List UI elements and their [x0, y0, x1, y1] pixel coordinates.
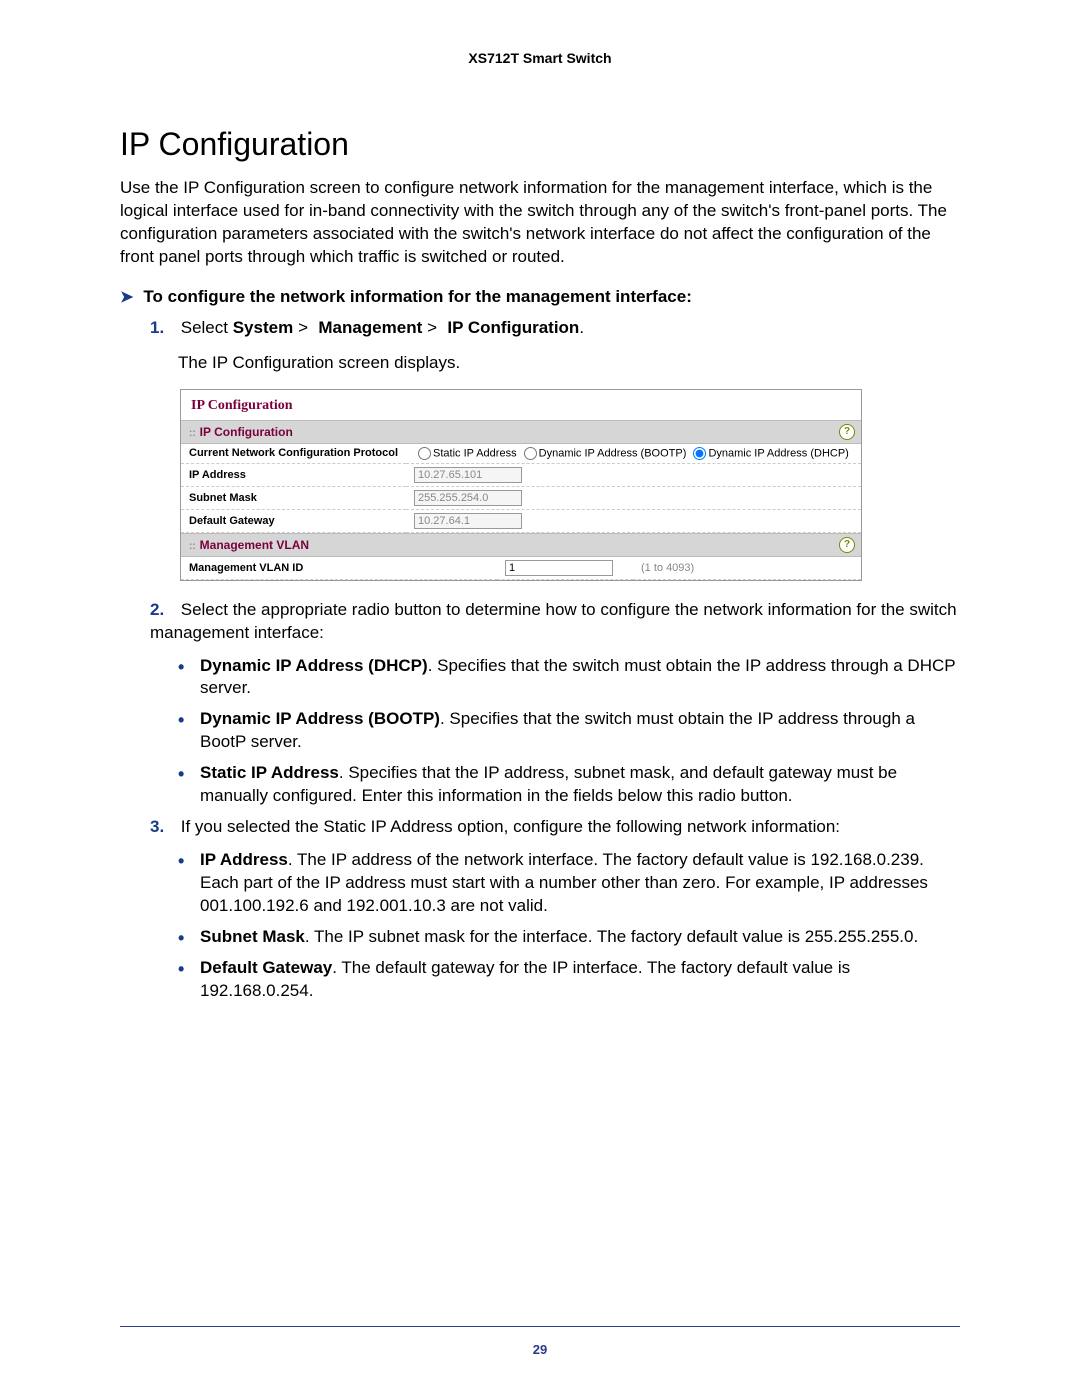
- task-heading: ➤ To configure the network information fo…: [120, 287, 960, 307]
- radio-static-ip[interactable]: [418, 447, 431, 460]
- mgmt-vlan-id-label: Management VLAN ID: [181, 557, 497, 580]
- ip-address-row: IP Address: [181, 463, 861, 486]
- ip-address-label: IP Address: [181, 463, 406, 486]
- subnet-mask-field[interactable]: [414, 490, 522, 506]
- mgmt-vlan-id-hint: (1 to 4093): [633, 557, 861, 580]
- ip-address-field[interactable]: [414, 467, 522, 483]
- ip-config-panel: IP Configuration ::IP Configuration ? Cu…: [180, 389, 862, 581]
- radio-dhcp[interactable]: [693, 447, 706, 460]
- radio-dhcp-label: Dynamic IP Address (DHCP): [708, 447, 848, 459]
- ip-config-table: Current Network Configuration Protocol S…: [181, 444, 861, 533]
- list-item: Dynamic IP Address (BOOTP). Specifies th…: [178, 708, 960, 754]
- step-2: 2. Select the appropriate radio button t…: [150, 599, 960, 645]
- grip-icon: ::: [189, 541, 196, 552]
- document-header: XS712T Smart Switch: [120, 50, 960, 66]
- step-3-text: If you selected the Static IP Address op…: [181, 817, 840, 836]
- section-management-vlan: ::Management VLAN ?: [181, 533, 861, 557]
- default-gateway-row: Default Gateway: [181, 509, 861, 532]
- grip-icon: ::: [189, 428, 196, 439]
- step-1-result: The IP Configuration screen displays.: [178, 352, 960, 375]
- subnet-mask-row: Subnet Mask: [181, 486, 861, 509]
- protocol-options-list: Dynamic IP Address (DHCP). Specifies tha…: [178, 655, 960, 809]
- section-title: IP Configuration: [120, 126, 960, 163]
- intro-paragraph: Use the IP Configuration screen to confi…: [120, 177, 960, 269]
- footer-divider: [120, 1326, 960, 1327]
- default-gateway-field[interactable]: [414, 513, 522, 529]
- list-item: Subnet Mask. The IP subnet mask for the …: [178, 926, 960, 949]
- triangle-icon: ➤: [120, 287, 133, 307]
- subnet-mask-label: Subnet Mask: [181, 486, 406, 509]
- list-item: Static IP Address. Specifies that the IP…: [178, 762, 960, 808]
- radio-bootp[interactable]: [524, 447, 537, 460]
- list-item: Dynamic IP Address (DHCP). Specifies tha…: [178, 655, 960, 701]
- step-number: 3.: [150, 816, 176, 839]
- help-icon[interactable]: ?: [839, 424, 855, 440]
- step-3: 3. If you selected the Static IP Address…: [150, 816, 960, 839]
- task-heading-text: To configure the network information for…: [143, 287, 691, 306]
- mgmt-vlan-id-field[interactable]: [505, 560, 613, 576]
- step-1-text: Select System > Management > IP Configur…: [181, 318, 584, 337]
- default-gateway-label: Default Gateway: [181, 509, 406, 532]
- step-2-text: Select the appropriate radio button to d…: [150, 600, 957, 642]
- mgmt-vlan-row: Management VLAN ID (1 to 4093): [181, 557, 861, 580]
- step-1: 1. Select System > Management > IP Confi…: [150, 317, 960, 342]
- list-item: Default Gateway. The default gateway for…: [178, 957, 960, 1003]
- document-page: XS712T Smart Switch IP Configuration Use…: [0, 0, 1080, 1397]
- step-number: 2.: [150, 599, 176, 622]
- list-item: IP Address. The IP address of the networ…: [178, 849, 960, 918]
- network-fields-list: IP Address. The IP address of the networ…: [178, 849, 960, 1003]
- mgmt-vlan-table: Management VLAN ID (1 to 4093): [181, 557, 861, 580]
- protocol-row: Current Network Configuration Protocol S…: [181, 444, 861, 464]
- radio-bootp-label: Dynamic IP Address (BOOTP): [539, 447, 687, 459]
- page-number: 29: [0, 1342, 1080, 1357]
- section-ip-configuration: ::IP Configuration ?: [181, 420, 861, 444]
- panel-title: IP Configuration: [181, 390, 861, 420]
- radio-static-ip-label: Static IP Address: [433, 447, 517, 459]
- protocol-label: Current Network Configuration Protocol: [181, 444, 406, 464]
- step-number: 1.: [150, 317, 176, 340]
- help-icon[interactable]: ?: [839, 537, 855, 553]
